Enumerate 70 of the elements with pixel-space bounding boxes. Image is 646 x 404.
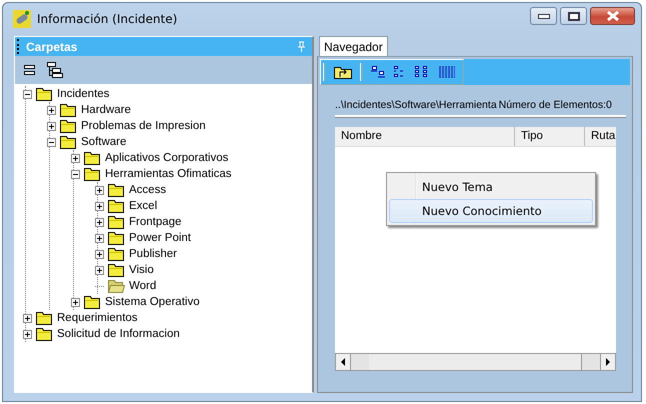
collapse-icon[interactable] (23, 90, 32, 98)
folder-icon (108, 279, 125, 293)
tree-item[interactable]: Hardware (81, 104, 131, 116)
folder-icon (108, 263, 125, 277)
folder-icon (84, 151, 101, 165)
tree-item[interactable]: Problemas de Impresion (81, 120, 206, 132)
close-button[interactable] (590, 7, 635, 25)
maximize-button[interactable] (560, 7, 587, 25)
minimize-button[interactable] (530, 7, 557, 25)
expand-icon[interactable] (23, 314, 32, 322)
folder-icon (108, 215, 125, 229)
tree-item[interactable]: Power Point (129, 232, 192, 244)
window-title: Información (Incidente) (37, 12, 178, 26)
scroll-thumb[interactable] (369, 354, 582, 370)
folder-icon (60, 135, 77, 149)
folder-icon (108, 231, 125, 245)
horizontal-scrollbar[interactable] (335, 353, 616, 371)
tree-item[interactable]: Aplicativos Corporativos (105, 152, 228, 164)
folder-icon (108, 247, 125, 261)
folder-icon (84, 295, 101, 309)
expand-icon[interactable] (71, 298, 80, 306)
expand-icon[interactable] (47, 122, 56, 130)
tab[interactable]: Navegador (319, 36, 388, 56)
collapse-tree-icon[interactable] (23, 63, 37, 77)
collapse-icon[interactable] (47, 138, 56, 146)
tree-item[interactable]: Excel (129, 200, 158, 212)
scroll-right-icon[interactable] (600, 354, 615, 370)
tree-item[interactable]: Software (81, 136, 126, 148)
column-header[interactable]: Tipo (515, 127, 585, 146)
tree-item[interactable]: Requerimientos (57, 312, 138, 324)
folder-icon (60, 103, 77, 117)
expand-icon[interactable] (71, 154, 80, 162)
expand-icon[interactable] (95, 250, 104, 258)
panel-title: Carpetas (26, 40, 78, 54)
column-header[interactable]: Nombre (335, 127, 515, 146)
expand-icon[interactable] (95, 218, 104, 226)
folder-path: ..\Incidentes\Software\Herramienta (335, 99, 497, 113)
expand-tree-icon[interactable] (47, 62, 63, 78)
close-icon (606, 11, 620, 21)
folder-icon (36, 311, 53, 325)
tree-item[interactable]: Publisher (129, 248, 177, 260)
folder-icon (36, 327, 53, 341)
menu-item[interactable]: Nuevo Conocimiento (389, 199, 593, 223)
folder-icon (108, 183, 125, 197)
tree-item[interactable]: Frontpage (129, 216, 182, 228)
tree-item[interactable]: Word (129, 280, 156, 292)
expand-icon[interactable] (95, 186, 104, 194)
tree-item[interactable]: Visio (129, 264, 154, 276)
expand-icon[interactable] (95, 202, 104, 210)
expand-icon[interactable] (47, 106, 56, 114)
item-count: Número de Elementos:0 (498, 99, 612, 113)
column-header[interactable]: Ruta (585, 127, 616, 146)
folder-icon (108, 199, 125, 213)
tree-item[interactable]: Incidentes (57, 88, 110, 100)
tree-item[interactable]: Herramientas Ofimaticas (105, 168, 232, 180)
folder-icon (84, 167, 101, 181)
folder-icon (36, 87, 53, 101)
tree-item[interactable]: Sistema Operativo (105, 296, 200, 308)
menu-item[interactable]: Nuevo Tema (389, 175, 593, 199)
scroll-left-icon[interactable] (336, 354, 351, 370)
collapse-icon[interactable] (71, 170, 80, 178)
folder-icon (60, 119, 77, 133)
expand-icon[interactable] (95, 234, 104, 242)
details-view-icon[interactable] (439, 66, 455, 78)
expand-icon[interactable] (23, 330, 32, 338)
tree-item[interactable]: Solicitud de Informacion (57, 328, 180, 340)
folder-up-icon[interactable] (334, 65, 352, 79)
large-icons-view-icon[interactable] (371, 66, 385, 78)
expand-icon[interactable] (95, 266, 104, 274)
tree-item[interactable]: Access (129, 184, 166, 196)
